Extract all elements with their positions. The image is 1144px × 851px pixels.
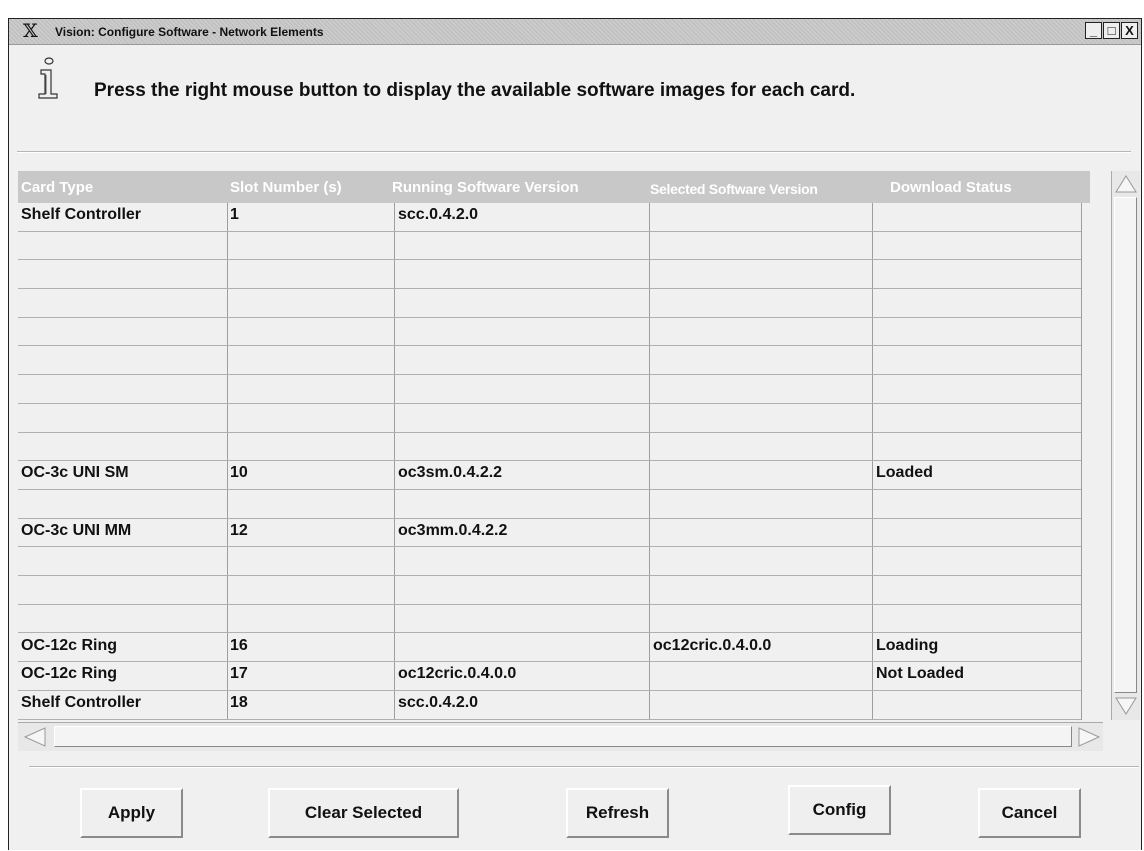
cancel-button[interactable]: Cancel (978, 788, 1081, 838)
scroll-up-arrow-icon[interactable] (1114, 173, 1138, 195)
title-bar[interactable]: 𝕏 Vision: Configure Software - Network E… (9, 19, 1141, 45)
table-row[interactable]: OC-12c Ring 17 oc12cric.0.4.0.0 Not Loaded (18, 662, 1090, 691)
config-button[interactable]: Config (788, 785, 891, 835)
row-divider (18, 718, 1081, 720)
horizontal-scroll-thumb[interactable] (54, 726, 1072, 747)
table-row[interactable]: Shelf Controller 1 scc.0.4.2.0 (18, 203, 1090, 232)
vertical-scroll-thumb[interactable] (1114, 197, 1137, 693)
scroll-right-arrow-icon[interactable] (1076, 726, 1102, 748)
close-button[interactable]: X (1121, 22, 1138, 39)
cell-slot-number: 12 (230, 521, 248, 539)
col-header-selected-version[interactable]: Selected Software Version (650, 181, 818, 197)
maximize-button[interactable]: □ (1103, 22, 1120, 39)
cell-running-version: scc.0.4.2.0 (398, 693, 479, 711)
col-header-running-version[interactable]: Running Software Version (392, 179, 579, 196)
minimize-button[interactable]: _ (1085, 22, 1102, 39)
table-row[interactable] (18, 289, 1090, 318)
refresh-button[interactable]: Refresh (566, 788, 669, 838)
table-row[interactable] (18, 576, 1090, 605)
cell-slot-number: 18 (230, 693, 248, 711)
table-row[interactable]: Shelf Controller 18 scc.0.4.2.0 (18, 691, 1090, 720)
table-row[interactable]: OC-12c Ring 16 oc12cric.0.4.0.0 Loading (18, 634, 1090, 663)
cell-download-status: Loading (876, 636, 939, 654)
cell-card-type: OC-12c Ring (21, 665, 118, 683)
col-header-card-type[interactable]: Card Type (21, 179, 93, 196)
table-header: Card Type Slot Number (s) Running Softwa… (18, 171, 1090, 203)
cell-slot-number: 16 (230, 636, 248, 654)
table-row[interactable] (18, 232, 1090, 261)
table-row[interactable] (18, 605, 1090, 634)
cell-card-type: OC-3c UNI MM (21, 521, 132, 539)
clear-selected-button[interactable]: Clear Selected (268, 788, 459, 838)
cell-slot-number: 17 (230, 665, 248, 683)
cell-slot-number: 10 (230, 464, 248, 482)
x-window-icon[interactable]: 𝕏 (23, 20, 38, 42)
cell-selected-version: oc12cric.0.4.0.0 (653, 636, 772, 654)
table-body: Shelf Controller 1 scc.0.4.2.0 OC-3c UNI SM… (18, 203, 1090, 720)
table-row[interactable] (18, 490, 1090, 519)
table-row[interactable] (18, 547, 1090, 577)
cell-slot-number: 1 (230, 206, 239, 223)
cell-running-version: scc.0.4.2.0 (398, 206, 479, 223)
apply-button[interactable]: Apply (80, 788, 183, 838)
software-table[interactable]: Card Type Slot Number (s) Running Softwa… (18, 171, 1090, 720)
col-header-slot-number[interactable]: Slot Number (s) (230, 179, 342, 196)
table-row[interactable] (18, 260, 1090, 290)
cell-running-version: oc3mm.0.4.2.2 (398, 521, 508, 539)
table-row[interactable] (18, 318, 1090, 347)
vertical-scrollbar[interactable] (1111, 171, 1140, 720)
cell-running-version: oc12cric.0.4.0.0 (398, 665, 517, 683)
cell-card-type: OC-12c Ring (21, 636, 118, 654)
table-row[interactable] (18, 404, 1090, 433)
info-icon (38, 57, 58, 99)
scroll-down-arrow-icon[interactable] (1114, 695, 1138, 717)
cell-card-type: Shelf Controller (21, 206, 142, 223)
cell-running-version: oc3sm.0.4.2.2 (398, 464, 503, 482)
cell-card-type: Shelf Controller (21, 693, 142, 711)
bottom-divider (29, 766, 1139, 768)
horizontal-scrollbar[interactable] (18, 722, 1103, 751)
scroll-left-arrow-icon[interactable] (22, 726, 48, 748)
configure-software-window: 𝕏 Vision: Configure Software - Network E… (8, 18, 1142, 850)
table-row[interactable] (18, 347, 1090, 376)
table-row[interactable] (18, 433, 1090, 462)
cell-download-status: Not Loaded (876, 665, 964, 683)
col-header-download-status[interactable]: Download Status (890, 179, 1012, 196)
window-title: Vision: Configure Software - Network Ele… (55, 25, 324, 39)
table-row[interactable]: OC-3c UNI MM 12 oc3mm.0.4.2.2 (18, 519, 1090, 548)
table-row[interactable]: OC-3c UNI SM 10 oc3sm.0.4.2.2 Loaded (18, 461, 1090, 490)
table-row[interactable] (18, 375, 1090, 404)
instruction-message: Press the right mouse button to display … (94, 80, 856, 101)
top-divider (17, 151, 1131, 153)
cell-card-type: OC-3c UNI SM (21, 464, 129, 482)
cell-download-status: Loaded (876, 464, 933, 482)
